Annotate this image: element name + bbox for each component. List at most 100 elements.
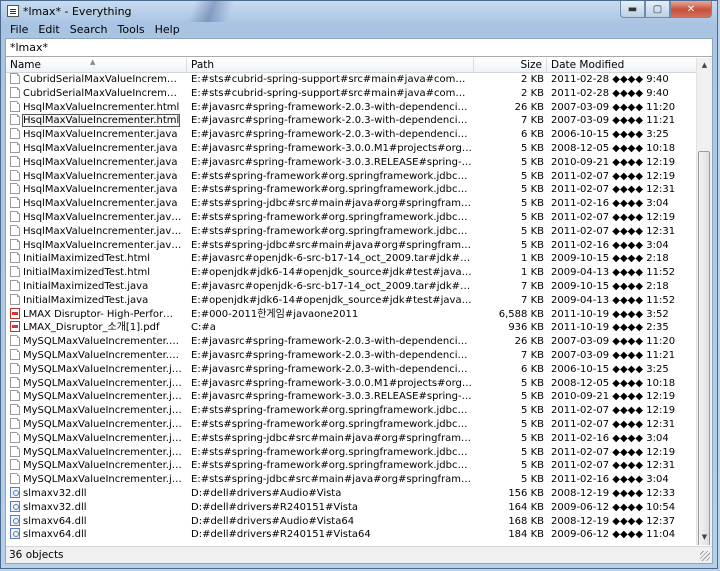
table-row[interactable]: MySQLMaxValueIncrementer.java E:#javasrc#…	[6, 376, 706, 391]
maximize-button[interactable]: ▢	[645, 1, 670, 18]
row-size: 5 KB	[521, 239, 544, 251]
row-path: E:#sts#spring-jdbc#src#main#java#org#spr…	[191, 198, 473, 210]
table-row[interactable]: MySQLMaxValueIncrementer.java E:#sts#spri…	[6, 417, 706, 432]
table-row[interactable]: CubridSerialMaxValueIncrementer.java....…	[6, 86, 706, 101]
row-name-text: LMAX Disruptor- High-Performance C...	[23, 308, 182, 320]
table-row[interactable]: HsqlMaxValueIncrementer.java E:#javasrc#s…	[6, 128, 706, 142]
row-path: E:#javasrc#spring-framework-3.0.3.RELEAS…	[191, 156, 473, 168]
table-row[interactable]: MySQLMaxValueIncrementer.java.svn-... E:#…	[6, 473, 706, 487]
row-size: 5 KB	[521, 432, 544, 444]
column-path-header[interactable]: Path	[187, 58, 474, 72]
row-path: E:#sts#spring-framework#org.springframew…	[191, 170, 473, 182]
menu-file[interactable]: File	[5, 22, 33, 38]
results-rows: CubridSerialMaxValueIncrementer.java E:#s…	[6, 73, 706, 542]
menu-search[interactable]: Search	[65, 22, 113, 38]
row-name: HsqlMaxValueIncrementer.java	[10, 141, 182, 156]
table-row[interactable]: slmaxv32.dll D:#dell#drivers#R240151#Vist…	[6, 500, 706, 515]
table-row[interactable]: HsqlMaxValueIncrementer.java E:#sts#sprin…	[6, 197, 706, 211]
scroll-down-icon[interactable]: ▼	[697, 530, 712, 545]
row-path: E:#javasrc#openjdk-6-src-b17-14_oct_2009…	[191, 253, 473, 265]
table-row[interactable]: InitialMaximizedTest.html E:#javasrc#open…	[6, 252, 706, 266]
row-size: 5 KB	[521, 225, 544, 237]
row-name: HsqlMaxValueIncrementer.java.svn-base	[10, 238, 182, 253]
document-file-icon	[10, 114, 20, 126]
table-row[interactable]: InitialMaximizedTest.java E:#openjdk#jdk6…	[6, 293, 706, 308]
row-name: MySQLMaxValueIncrementer.java	[10, 431, 182, 446]
scroll-up-icon[interactable]: ▲	[697, 58, 712, 73]
table-row[interactable]: CubridSerialMaxValueIncrementer.java E:#s…	[6, 73, 706, 87]
row-name-text: CubridSerialMaxValueIncrementer.java....	[23, 87, 182, 99]
row-date: 2011-02-07 ◆◆◆◆ 12:19	[551, 211, 676, 223]
table-row[interactable]: HsqlMaxValueIncrementer.java E:#javasrc#s…	[6, 155, 706, 170]
title-bar[interactable]: *lmax* - Everything ▬ ▢ ✕	[1, 1, 717, 22]
minimize-button[interactable]: ▬	[620, 1, 645, 18]
row-size: 6 KB	[521, 363, 544, 375]
results-list[interactable]: Name ▲ Path Size Date Modified CubridSer…	[6, 58, 712, 545]
row-name: slmaxv32.dll	[10, 486, 182, 501]
column-date-header[interactable]: Date Modified	[547, 58, 706, 72]
row-date: 2008-12-05 ◆◆◆◆ 10:18	[551, 377, 676, 389]
menu-edit[interactable]: Edit	[33, 22, 64, 38]
dll-file-icon	[10, 500, 20, 512]
row-size: 1 KB	[521, 253, 544, 265]
row-date: 2010-09-21 ◆◆◆◆ 12:19	[551, 156, 676, 168]
table-row[interactable]: MySQLMaxValueIncrementer.java E:#javasrc#…	[6, 362, 706, 377]
table-row[interactable]: MySQLMaxValueIncrementer.html E:#javasrc#…	[6, 335, 706, 349]
column-name-header[interactable]: Name ▲	[6, 58, 187, 72]
table-row[interactable]: slmaxv32.dll D:#dell#drivers#Audio#Vista 1…	[6, 486, 706, 501]
row-name: MySQLMaxValueIncrementer.java	[10, 376, 182, 391]
document-file-icon	[10, 141, 20, 153]
row-name-text: MySQLMaxValueIncrementer.java	[23, 405, 182, 417]
row-path: E:#sts#spring-framework#org.springframew…	[191, 405, 473, 417]
row-date: 2011-02-07 ◆◆◆◆ 12:31	[551, 225, 676, 237]
table-row[interactable]: HsqlMaxValueIncrementer.java E:#sts#sprin…	[6, 183, 706, 197]
row-path: E:#sts#spring-framework#org.springframew…	[191, 460, 473, 472]
row-date: 2009-06-12 ◆◆◆◆ 11:04	[551, 529, 676, 541]
app-icon[interactable]	[7, 5, 19, 17]
table-row[interactable]: HsqlMaxValueIncrementer.java.svn-base E:#…	[6, 210, 706, 225]
table-row[interactable]: HsqlMaxValueIncrementer.html E:#javasrc#s…	[6, 100, 706, 115]
close-button[interactable]: ✕	[670, 1, 712, 18]
table-row[interactable]: MySQLMaxValueIncrementer.java E:#sts#spri…	[6, 404, 706, 418]
table-row[interactable]: HsqlMaxValueIncrementer.java E:#sts#sprin…	[6, 169, 706, 184]
table-row[interactable]: MySQLMaxValueIncrementer.java.svn-... E:#…	[6, 445, 706, 460]
table-row[interactable]: slmaxv64.dll D:#dell#drivers#Audio#Vista6…	[6, 514, 706, 529]
menu-tools[interactable]: Tools	[113, 22, 150, 38]
table-row[interactable]: HsqlMaxValueIncrementer.java E:#javasrc#s…	[6, 141, 706, 156]
row-size: 7 KB	[521, 280, 544, 292]
table-row[interactable]: slmaxv64.dll D:#dell#drivers#R240151#Vist…	[6, 528, 706, 542]
table-row[interactable]: LMAX_Disruptor_소개[1].pdf C:#a 936 KB 2011-1…	[6, 321, 706, 335]
column-size-header[interactable]: Size	[474, 58, 547, 72]
table-row[interactable]: HsqlMaxValueIncrementer.java.svn-base E:#…	[6, 224, 706, 239]
row-name: HsqlMaxValueIncrementer.java	[10, 155, 182, 170]
table-row[interactable]: MySQLMaxValueIncrementer.html E:#javasrc#…	[6, 348, 706, 363]
table-row[interactable]: InitialMaximizedTest.html E:#openjdk#jdk6…	[6, 266, 706, 280]
table-row[interactable]: MySQLMaxValueIncrementer.java E:#javasrc#…	[6, 390, 706, 404]
resize-grip-icon[interactable]	[700, 551, 710, 561]
row-name: HsqlMaxValueIncrementer.html	[10, 100, 182, 115]
row-name: HsqlMaxValueIncrementer.java	[10, 128, 182, 142]
table-row[interactable]: HsqlMaxValueIncrementer.java.svn-base E:#…	[6, 238, 706, 253]
row-name: slmaxv64.dll	[10, 528, 182, 542]
table-row[interactable]: LMAX Disruptor- High-Performance C... E:#…	[6, 307, 706, 322]
row-name: slmaxv64.dll	[10, 514, 182, 529]
row-name: InitialMaximizedTest.java	[10, 279, 182, 294]
table-row[interactable]: HsqlMaxValueIncrementer.html E:#javasrc#s…	[6, 114, 706, 128]
table-row[interactable]: InitialMaximizedTest.java E:#javasrc#open…	[6, 279, 706, 294]
row-date: 2009-10-15 ◆◆◆◆ 2:18	[551, 280, 669, 292]
menu-help[interactable]: Help	[150, 22, 185, 38]
row-name: MySQLMaxValueIncrementer.java	[10, 417, 182, 432]
table-row[interactable]: MySQLMaxValueIncrementer.java E:#sts#spri…	[6, 431, 706, 446]
search-input[interactable]	[8, 40, 702, 54]
row-date: 2008-12-19 ◆◆◆◆ 12:37	[551, 515, 676, 527]
scrollbar-thumb[interactable]	[698, 151, 710, 545]
row-name-text: MySQLMaxValueIncrementer.java	[23, 377, 182, 389]
table-row[interactable]: MySQLMaxValueIncrementer.java.svn-... E:#…	[6, 459, 706, 473]
row-date: 2007-03-09 ◆◆◆◆ 11:20	[551, 101, 676, 113]
row-name-text: slmaxv64.dll	[23, 529, 87, 541]
vertical-scrollbar[interactable]: ▲ ▼	[696, 58, 712, 545]
row-size: 164 KB	[508, 501, 544, 513]
row-name-text: HsqlMaxValueIncrementer.java	[23, 198, 178, 210]
row-name: HsqlMaxValueIncrementer.html	[10, 114, 182, 128]
row-date: 2009-04-13 ◆◆◆◆ 11:52	[551, 267, 676, 279]
